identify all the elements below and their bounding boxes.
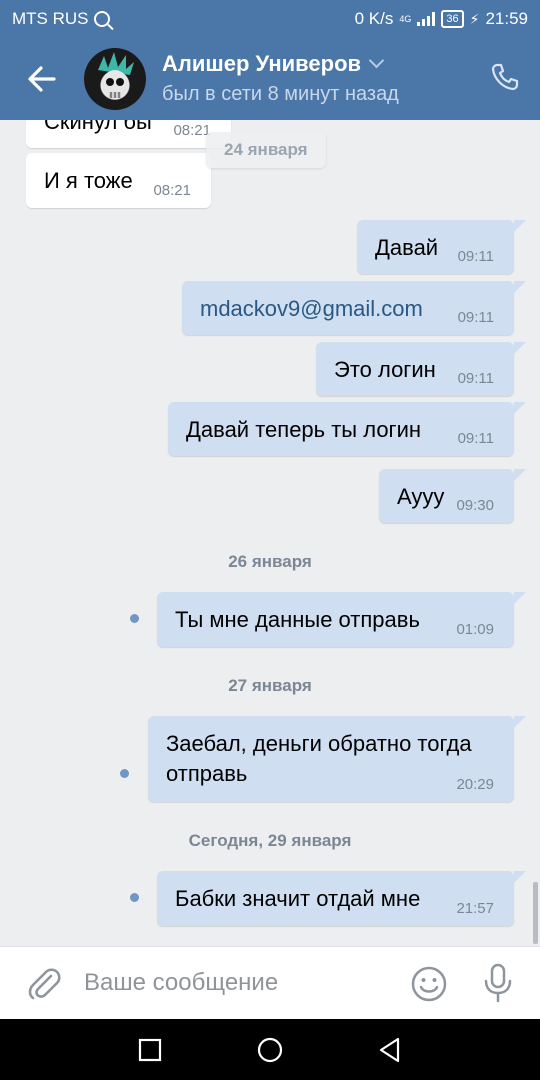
date-separator: Сегодня, 29 января bbox=[188, 831, 352, 850]
network-speed: 0 K/s bbox=[354, 9, 394, 28]
message-text: Бабки значит отдай мне bbox=[175, 886, 421, 911]
message-text: Это логин bbox=[334, 357, 436, 382]
message-time: 20:29 bbox=[456, 776, 494, 793]
skull-avatar-image bbox=[98, 52, 134, 98]
message-outgoing[interactable]: Ты мне данные отправь 01:09 bbox=[157, 592, 526, 647]
charging-icon: ⚡ bbox=[469, 10, 480, 27]
microphone-icon[interactable] bbox=[481, 962, 515, 1004]
message-outgoing[interactable]: Бабки значит отдай мне 21:57 bbox=[157, 871, 526, 926]
battery-icon: 36 bbox=[441, 10, 464, 28]
paperclip-icon[interactable] bbox=[24, 963, 64, 1003]
date-separator: 26 января bbox=[228, 552, 312, 571]
message-time: 09:11 bbox=[457, 248, 494, 265]
phone-icon[interactable] bbox=[490, 62, 520, 92]
scrollbar[interactable] bbox=[533, 882, 538, 944]
status-bar: MTS RUS 0 K/s 4G 36 ⚡ 21:59 bbox=[0, 0, 540, 37]
last-seen-status: был в сети 8 минут назад bbox=[162, 83, 399, 105]
search-icon bbox=[93, 11, 110, 27]
chat-header: Алишер Универов был в сети 8 минут назад bbox=[0, 37, 540, 120]
message-time: 21:57 bbox=[456, 900, 494, 917]
status-right: 0 K/s 4G 36 ⚡ 21:59 bbox=[355, 9, 528, 29]
message-time: 09:11 bbox=[457, 309, 494, 326]
carrier-name: MTS RUS bbox=[12, 9, 89, 28]
message-list[interactable]: Скинул бы 08:21 И я тоже 08:21 24 января… bbox=[0, 120, 540, 946]
chevron-down-icon bbox=[368, 52, 385, 69]
floating-date-label: 24 января bbox=[206, 132, 326, 168]
chat-title[interactable]: Алишер Универов bbox=[162, 51, 385, 77]
message-outgoing[interactable]: Аууу 09:30 bbox=[379, 469, 526, 523]
circle-icon[interactable] bbox=[256, 1036, 284, 1064]
smiley-icon[interactable] bbox=[410, 965, 448, 1003]
message-time: 01:09 bbox=[456, 621, 494, 638]
message-time: 09:11 bbox=[457, 430, 494, 447]
date-separator: 27 января bbox=[228, 676, 312, 695]
square-icon[interactable] bbox=[136, 1036, 164, 1064]
unread-indicator bbox=[120, 769, 129, 778]
message-composer bbox=[0, 946, 540, 1020]
message-outgoing[interactable]: Давай теперь ты логин 09:11 bbox=[168, 402, 526, 456]
message-text: Аууу bbox=[397, 484, 445, 509]
message-time: 09:11 bbox=[457, 370, 494, 387]
message-text: Давай теперь ты логин bbox=[186, 417, 422, 442]
system-nav-bar bbox=[0, 1019, 540, 1080]
message-outgoing[interactable]: mdackov9@gmail.com 09:11 bbox=[182, 281, 526, 335]
network-type: 4G bbox=[399, 13, 412, 24]
arrow-left-icon[interactable] bbox=[24, 61, 60, 97]
triangle-icon[interactable] bbox=[376, 1036, 404, 1064]
message-incoming[interactable]: И я тоже 08:21 bbox=[26, 153, 211, 208]
message-outgoing[interactable]: Давай 09:11 bbox=[357, 220, 526, 274]
status-left: MTS RUS bbox=[12, 9, 110, 29]
message-time: 08:21 bbox=[153, 182, 191, 199]
unread-indicator bbox=[130, 614, 139, 623]
message-incoming[interactable]: Скинул бы 08:21 bbox=[26, 120, 231, 148]
unread-indicator bbox=[130, 893, 139, 902]
message-text: Заебал, деньги обратно тогда отправь bbox=[166, 731, 472, 786]
message-text: Давай bbox=[375, 235, 439, 260]
message-text: Скинул бы bbox=[44, 120, 152, 134]
message-time: 09:30 bbox=[456, 497, 494, 514]
email-link[interactable]: mdackov9@gmail.com bbox=[200, 294, 423, 324]
status-time: 21:59 bbox=[485, 9, 528, 28]
message-outgoing[interactable]: Заебал, деньги обратно тогда отправь 20:… bbox=[148, 716, 526, 802]
message-text: И я тоже bbox=[44, 168, 133, 193]
message-outgoing[interactable]: Это логин 09:11 bbox=[316, 342, 526, 396]
message-text: Ты мне данные отправь bbox=[175, 607, 420, 632]
message-input[interactable] bbox=[84, 965, 384, 1001]
signal-icon bbox=[417, 12, 436, 26]
contact-name: Алишер Универов bbox=[162, 51, 362, 76]
avatar[interactable] bbox=[84, 48, 146, 110]
